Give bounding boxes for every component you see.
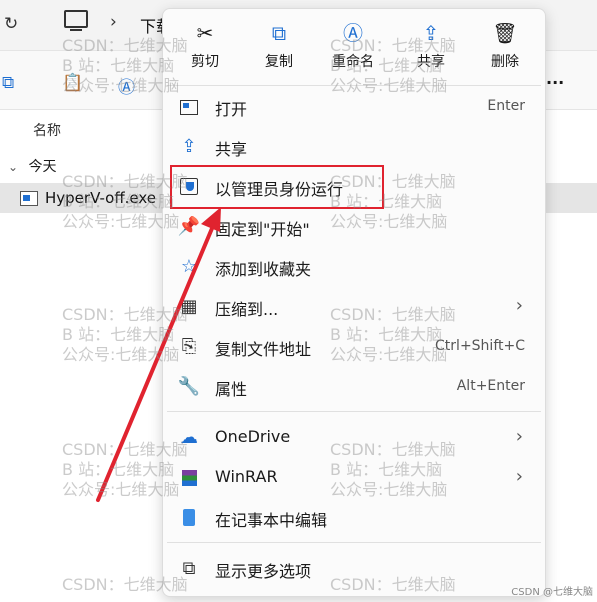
file-name: HyperV-off.exe	[45, 189, 157, 207]
context-menu: ✂ 剪切 ⧉ 复制 Ⓐ 重命名 ⇪ 共享 🗑 删除 打开 Enter ⇪ 共享 …	[162, 8, 546, 597]
menu-item-compress[interactable]: ▦ 压缩到... ›	[163, 287, 545, 327]
quick-actions-bar: ✂ 剪切 ⧉ 复制 Ⓐ 重命名 ⇪ 共享 🗑 删除	[163, 9, 545, 81]
star-icon: ☆	[180, 256, 198, 277]
rename-icon[interactable]: Ⓐ	[118, 73, 135, 98]
pin-icon: 📌	[177, 216, 201, 237]
cut-button[interactable]: ✂ 剪切	[173, 19, 237, 77]
exe-file-icon	[20, 191, 38, 206]
chevron-down-icon: ⌄	[8, 160, 19, 174]
scissors-icon: ✂	[196, 21, 214, 45]
csdn-credit: CSDN @七维大脑	[511, 587, 593, 598]
menu-item-add-favorites[interactable]: ☆ 添加到收藏夹	[163, 247, 545, 287]
menu-item-copy-path[interactable]: ⎘ 复制文件地址 Ctrl+Shift+C	[163, 327, 545, 367]
share-button[interactable]: ⇪ 共享	[399, 19, 463, 77]
menu-item-notepad[interactable]: 在记事本中编辑	[163, 498, 545, 538]
chevron-right-icon: ›	[515, 295, 523, 316]
external-icon: ⧉	[182, 558, 196, 579]
notepad-icon	[177, 506, 201, 530]
menu-item-onedrive[interactable]: ☁ OneDrive ›	[163, 418, 545, 458]
copy-icon[interactable]: ⧉	[2, 73, 14, 93]
breadcrumb-chevron-icon: ›	[110, 12, 117, 32]
chevron-right-icon: ›	[515, 426, 523, 447]
menu-item-pin-start[interactable]: 📌 固定到"开始"	[163, 207, 545, 247]
rename-icon: Ⓐ	[343, 21, 363, 45]
share-icon: ⇪	[181, 136, 197, 157]
menu-divider	[167, 411, 541, 412]
highlight-box	[170, 165, 384, 209]
menu-divider	[167, 542, 541, 543]
trash-icon: 🗑	[492, 21, 518, 45]
open-window-icon	[177, 95, 201, 119]
zip-icon: ▦	[180, 296, 198, 317]
copy-button[interactable]: ⧉ 复制	[247, 19, 311, 77]
delete-button[interactable]: 🗑 删除	[473, 19, 537, 77]
more-button[interactable]: ...	[546, 69, 564, 88]
monitor-stand-icon	[70, 29, 82, 31]
chevron-right-icon: ›	[515, 466, 523, 487]
menu-item-properties[interactable]: 🔧 属性 Alt+Enter	[163, 367, 545, 407]
cloud-icon: ☁	[180, 427, 198, 448]
menu-item-open[interactable]: 打开 Enter	[163, 87, 545, 127]
path-icon: ⎘	[181, 336, 197, 357]
paste-icon[interactable]: 📋	[62, 73, 83, 93]
winrar-icon	[177, 466, 201, 490]
refresh-icon[interactable]: ↻	[4, 14, 18, 34]
column-header-name[interactable]: 名称	[33, 120, 61, 140]
menu-divider	[167, 85, 541, 86]
copy-icon: ⧉	[271, 21, 287, 45]
menu-item-winrar[interactable]: WinRAR ›	[163, 458, 545, 498]
share-icon: ⇪	[422, 21, 440, 45]
menu-item-more-options[interactable]: ⧉ 显示更多选项	[163, 549, 545, 589]
rename-button[interactable]: Ⓐ 重命名	[321, 19, 385, 77]
wrench-icon: 🔧	[177, 376, 201, 397]
menu-item-share[interactable]: ⇪ 共享	[163, 127, 545, 167]
monitor-icon[interactable]	[64, 10, 88, 28]
group-header-today[interactable]: ⌄ 今天	[8, 156, 57, 176]
